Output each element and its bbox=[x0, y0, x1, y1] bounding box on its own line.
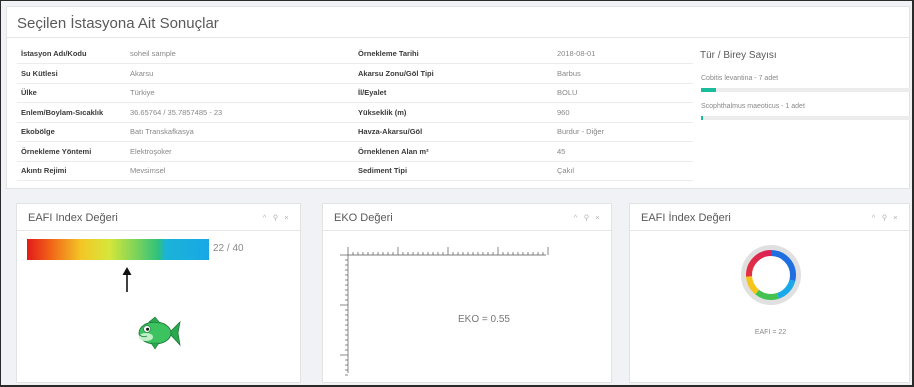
info-label: Sediment Tipi bbox=[358, 161, 557, 181]
close-icon[interactable]: × bbox=[283, 213, 290, 222]
info-label: Ekobölge bbox=[17, 122, 130, 142]
station-results-panel: Seçilen İstasyona Ait Sonuçlar İstasyon … bbox=[6, 6, 911, 189]
species-bar-track bbox=[701, 88, 911, 92]
fish-icon bbox=[138, 316, 181, 350]
info-value: Burdur - Diğer bbox=[557, 122, 693, 142]
info-row: Enlem/Boylam-Sıcaklık 36.65764 / 35.78574… bbox=[17, 102, 693, 123]
station-info-table: İstasyon Adı/Kodu soheil sample Örnekleme … bbox=[17, 44, 693, 181]
info-label: Örnekleme Yöntemi bbox=[17, 141, 130, 162]
info-label: Örnekleme Tarihi bbox=[358, 44, 557, 64]
eafi-index-card: EAFI Index Değeri ^ ⚲ × 22 / 40 bbox=[16, 203, 301, 383]
chevron-up-icon[interactable]: ^ bbox=[572, 213, 579, 222]
divider bbox=[7, 37, 909, 38]
info-value: Türkiye bbox=[130, 83, 358, 103]
info-label: İstasyon Adı/Kodu bbox=[17, 44, 130, 64]
info-label: Ülke bbox=[17, 83, 130, 103]
info-label: Enlem/Boylam-Sıcaklık bbox=[17, 102, 130, 123]
info-value: soheil sample bbox=[130, 44, 358, 64]
wrench-icon[interactable]: ⚲ bbox=[881, 213, 888, 222]
eafi-gradient-bar bbox=[27, 239, 209, 260]
wrench-icon[interactable]: ⚲ bbox=[272, 213, 279, 222]
close-icon[interactable]: × bbox=[594, 213, 601, 222]
info-value: BOLU bbox=[557, 83, 693, 103]
card-tools: ^ ⚲ × bbox=[870, 213, 899, 222]
species-bar-track bbox=[701, 116, 911, 120]
info-row: Ekobölge Batı Transkafkasya Havza-Akarsu/G… bbox=[17, 122, 693, 142]
card-title: EKO Değeri bbox=[334, 212, 393, 224]
info-label: Su Kütlesi bbox=[17, 63, 130, 84]
info-row: Su Kütlesi Akarsu Akarsu Zonu/Göl Tipi Barb… bbox=[17, 63, 693, 84]
info-row: Örnekleme Yöntemi Elektroşoker Örneklenen … bbox=[17, 141, 693, 162]
species-bar-fill bbox=[701, 116, 704, 120]
info-label: Akıntı Rejimi bbox=[17, 161, 130, 181]
info-value: 36.65764 / 35.7857485 - 23 bbox=[130, 102, 358, 123]
eafi-caption: EAFI = 22 bbox=[754, 329, 787, 336]
chevron-up-icon[interactable]: ^ bbox=[870, 213, 877, 222]
divider bbox=[17, 230, 300, 231]
info-row: İstasyon Adı/Kodu soheil sample Örnekleme … bbox=[17, 44, 693, 64]
eafi-donut bbox=[741, 245, 801, 305]
info-value: 2018-08-01 bbox=[557, 44, 693, 64]
info-row: Akıntı Rejimi Mevsimsel Sediment Tipi Çakıl bbox=[17, 161, 693, 181]
species-bar-fill bbox=[701, 88, 716, 92]
info-value: Mevsimsel bbox=[130, 161, 358, 181]
species-title: Tür / Birey Sayısı bbox=[700, 50, 777, 61]
info-value: 45 bbox=[557, 141, 693, 162]
info-label: İl/Eyalet bbox=[358, 83, 557, 103]
species-count-box: Tür / Birey Sayısı Cobitis levantina - 7… bbox=[697, 43, 911, 147]
info-value: Akarsu bbox=[130, 63, 358, 84]
info-value: Barbus bbox=[557, 63, 693, 84]
info-value: 960 bbox=[557, 102, 693, 123]
info-label: Örneklenen Alan m² bbox=[358, 141, 557, 162]
divider bbox=[323, 230, 611, 231]
wrench-icon[interactable]: ⚲ bbox=[583, 213, 590, 222]
info-value: Çakıl bbox=[557, 161, 693, 181]
arrow-up-icon bbox=[122, 267, 132, 292]
info-value: Batı Transkafkasya bbox=[130, 122, 358, 142]
card-tools: ^ ⚲ × bbox=[572, 213, 601, 222]
species-label: Scophthalmus maeoticus - 1 adet bbox=[701, 103, 805, 110]
close-icon[interactable]: × bbox=[892, 213, 899, 222]
app-frame: Seçilen İstasyona Ait Sonuçlar İstasyon … bbox=[0, 0, 914, 387]
info-label: Akarsu Zonu/Göl Tipi bbox=[358, 63, 557, 84]
divider bbox=[630, 230, 909, 231]
species-label: Cobitis levantina - 7 adet bbox=[701, 75, 779, 82]
eafi-score-text: 22 / 40 bbox=[213, 243, 244, 254]
eafi-donut-card: EAFI İndex Değeri ^ ⚲ × EAFI = 22 bbox=[629, 203, 910, 383]
info-row: Ülke Türkiye İl/Eyalet BOLU bbox=[17, 83, 693, 103]
panel-title: Seçilen İstasyona Ait Sonuçlar bbox=[17, 15, 219, 32]
info-value: Elektroşoker bbox=[130, 141, 358, 162]
card-title: EAFI İndex Değeri bbox=[641, 212, 731, 224]
eko-value-label: EKO = 0.55 bbox=[458, 314, 510, 325]
chevron-up-icon[interactable]: ^ bbox=[261, 213, 268, 222]
card-title: EAFI Index Değeri bbox=[28, 212, 118, 224]
card-tools: ^ ⚲ × bbox=[261, 213, 290, 222]
info-label: Havza-Akarsu/Göl bbox=[358, 122, 557, 142]
info-label: Yükseklik (m) bbox=[358, 102, 557, 123]
eko-value-card: EKO Değeri ^ ⚲ × EKO = 0.55 bbox=[322, 203, 612, 383]
eko-axes bbox=[340, 247, 549, 376]
